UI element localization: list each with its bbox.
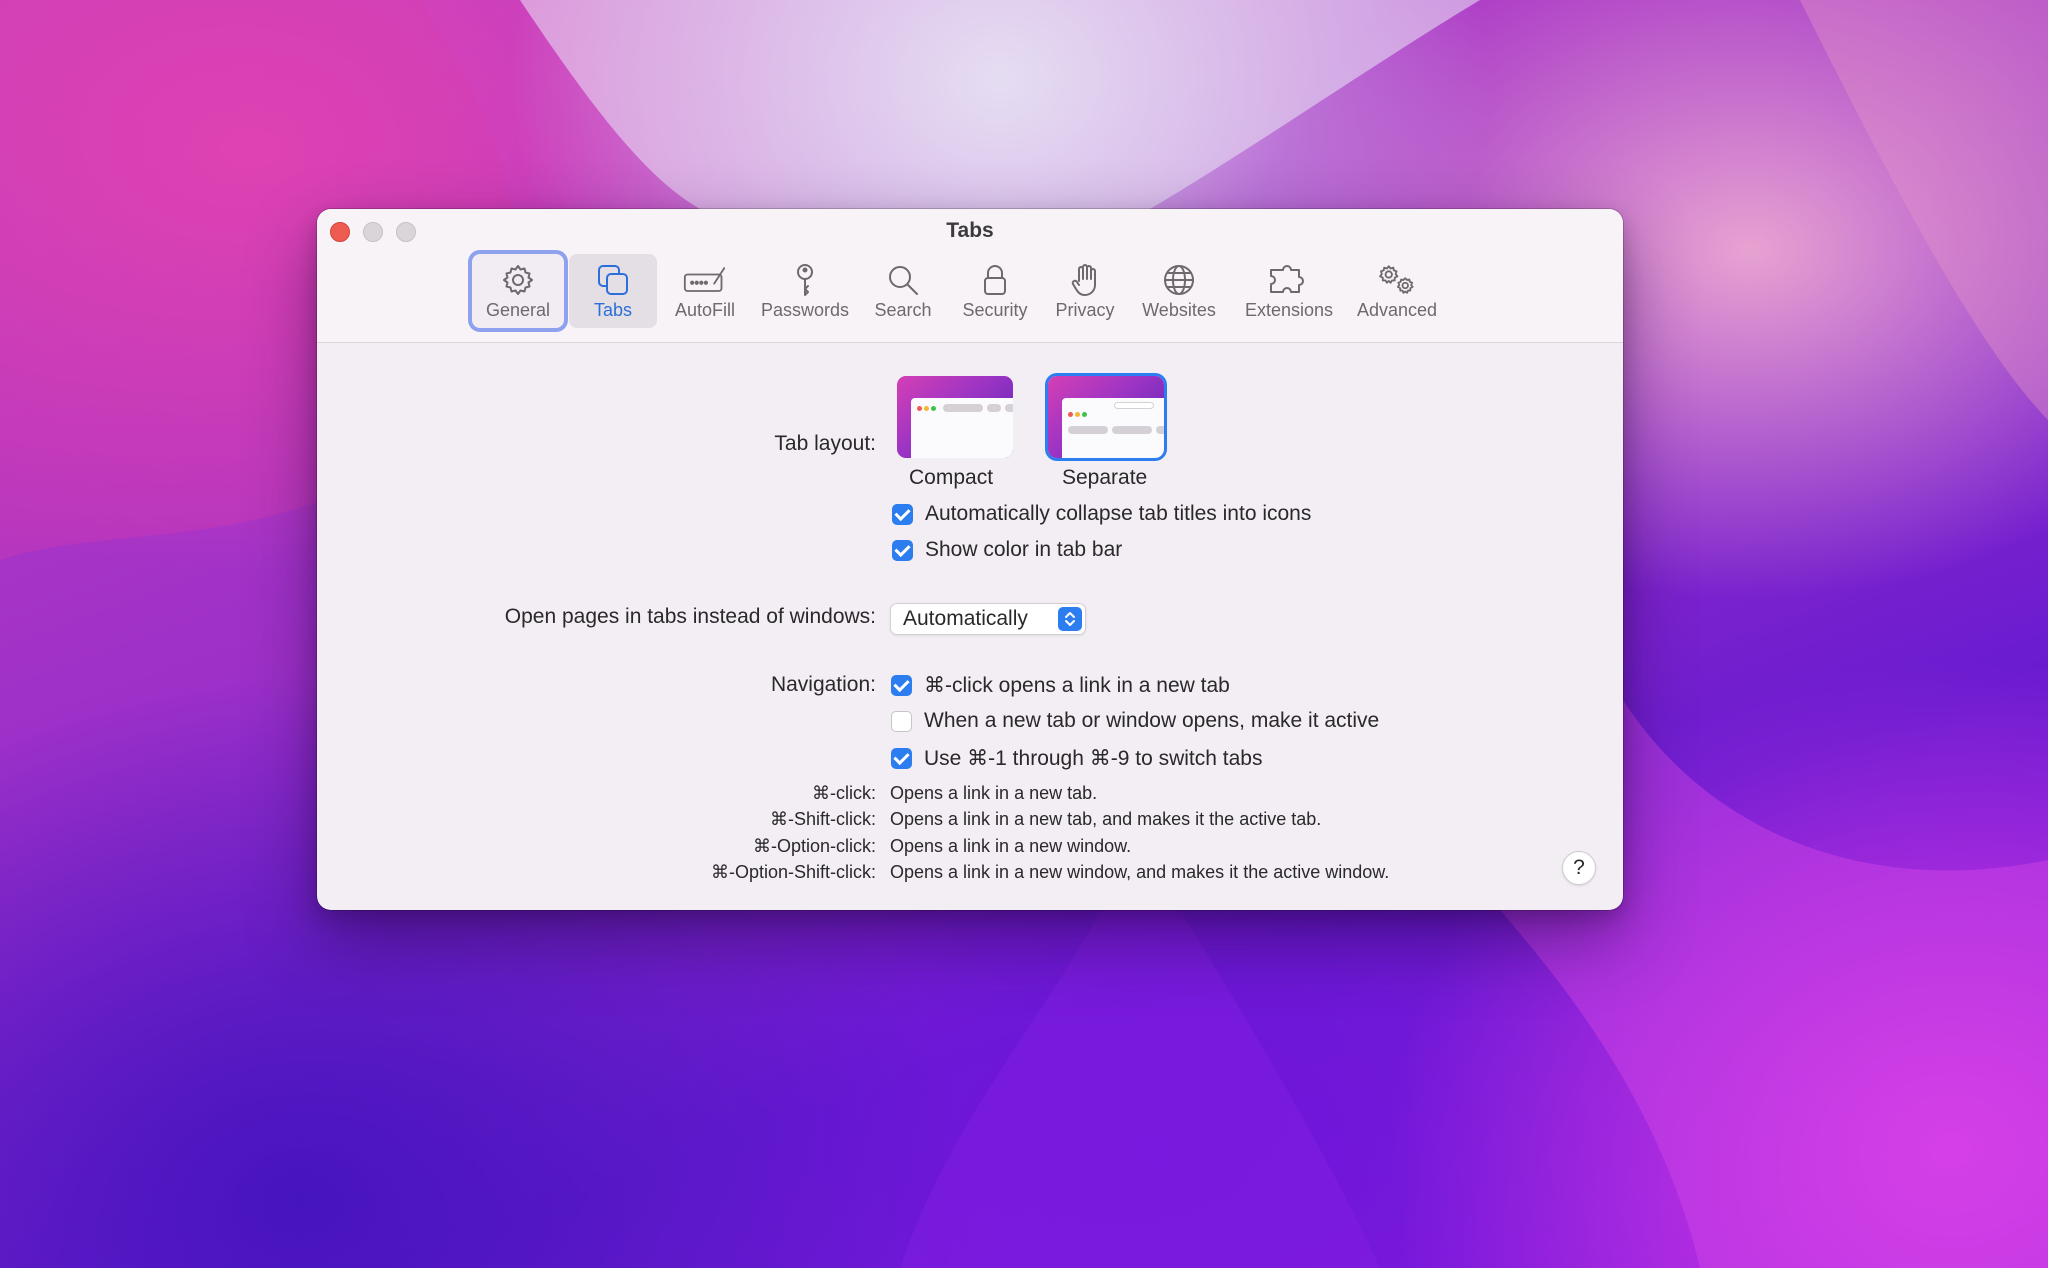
tab-extensions[interactable]: Extensions — [1233, 254, 1345, 328]
shortcut-desc: Opens a link in a new tab, and makes it … — [890, 809, 1322, 829]
globe-icon — [1157, 260, 1201, 300]
tabs-icon — [591, 260, 635, 300]
show-color-checkbox[interactable] — [892, 540, 913, 561]
compact-layout-label: Compact — [909, 466, 994, 489]
collapse-tab-titles-label[interactable]: Automatically collapse tab titles into i… — [925, 502, 1311, 526]
tab-general-label: General — [485, 300, 551, 320]
show-color-label[interactable]: Show color in tab bar — [925, 538, 1122, 562]
safari-preferences-window: Tabs General Tabs AutoFill Passwords Sea… — [317, 209, 1623, 910]
tab-advanced-label: Advanced — [1356, 300, 1438, 320]
shortcut-key: ⌘-Option-click: — [752, 836, 876, 856]
navigation-label: Navigation: — [770, 673, 876, 696]
autofill-icon — [683, 260, 727, 300]
cmd-number-switch-checkbox[interactable] — [891, 748, 912, 769]
key-icon — [783, 260, 827, 300]
tab-websites[interactable]: Websites — [1131, 254, 1227, 328]
gears-icon — [1375, 260, 1419, 300]
shortcut-desc: Opens a link in a new window. — [890, 836, 1132, 856]
cmd-number-switch-label[interactable]: Use ⌘-1 through ⌘-9 to switch tabs — [924, 746, 1262, 771]
cmd-click-new-tab-label[interactable]: ⌘-click opens a link in a new tab — [924, 673, 1230, 698]
compact-layout-thumbnail[interactable] — [897, 376, 1013, 458]
gear-icon — [496, 260, 540, 300]
shortcut-key: ⌘-Shift-click: — [769, 809, 876, 829]
shortcut-key: ⌘-click: — [812, 783, 876, 803]
tab-search[interactable]: Search — [863, 254, 943, 328]
tab-security[interactable]: Security — [951, 254, 1039, 328]
tab-layout-label: Tab layout: — [774, 432, 876, 455]
cmd-click-new-tab-checkbox[interactable] — [891, 675, 912, 696]
tab-passwords-label: Passwords — [760, 300, 850, 320]
hand-icon — [1063, 260, 1107, 300]
tab-advanced[interactable]: Advanced — [1347, 254, 1447, 328]
tab-autofill[interactable]: AutoFill — [661, 254, 749, 328]
tab-tabs-label: Tabs — [593, 300, 633, 320]
puzzle-icon — [1267, 260, 1311, 300]
lock-icon — [973, 260, 1017, 300]
make-active-checkbox[interactable] — [891, 711, 912, 732]
tab-security-label: Security — [962, 300, 1028, 320]
shortcut-desc: Opens a link in a new tab. — [890, 783, 1098, 803]
tab-extensions-label: Extensions — [1244, 300, 1334, 320]
tab-passwords[interactable]: Passwords — [753, 254, 857, 328]
help-button[interactable]: ? — [1562, 851, 1596, 885]
separate-layout-label: Separate — [1062, 466, 1148, 489]
tab-autofill-label: AutoFill — [674, 300, 736, 320]
window-title: Tabs — [946, 219, 994, 242]
make-active-label[interactable]: When a new tab or window opens, make it … — [924, 709, 1379, 733]
search-icon — [881, 260, 925, 300]
collapse-tab-titles-checkbox[interactable] — [892, 504, 913, 525]
tab-tabs[interactable]: Tabs — [569, 254, 657, 328]
tab-privacy-label: Privacy — [1055, 300, 1115, 320]
tab-search-label: Search — [874, 300, 932, 320]
tab-websites-label: Websites — [1142, 300, 1216, 320]
chevron-updown-icon — [1058, 607, 1082, 631]
tab-privacy[interactable]: Privacy — [1045, 254, 1125, 328]
open-pages-label: Open pages in tabs instead of windows: — [504, 605, 876, 628]
preferences-toolbar: Tabs General Tabs AutoFill Passwords Sea… — [317, 209, 1623, 343]
shortcut-key: ⌘-Option-Shift-click: — [710, 862, 876, 882]
shortcut-desc: Opens a link in a new window, and makes … — [890, 862, 1390, 882]
separate-layout-thumbnail[interactable] — [1048, 376, 1164, 458]
open-pages-popup[interactable]: Automatically — [890, 603, 1086, 635]
open-pages-value: Automatically — [903, 607, 1028, 630]
tab-general[interactable]: General — [472, 254, 564, 328]
